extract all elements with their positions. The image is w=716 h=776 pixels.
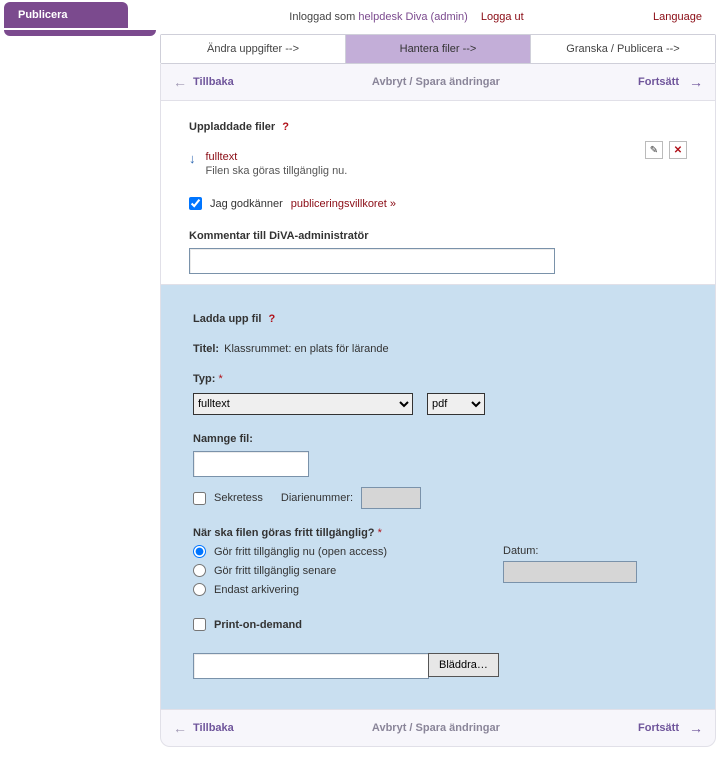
save-changes-button[interactable]: Avbryt / Spara ändringar [234, 76, 638, 88]
terms-link[interactable]: publiceringsvillkoret [291, 198, 396, 210]
uploaded-heading: Uppladdade filer [189, 121, 275, 133]
upload-heading: Ladda upp fil [193, 313, 261, 325]
back-button-bottom[interactable]: Tillbaka [173, 720, 234, 736]
save-changes-button-bottom[interactable]: Avbryt / Spara ändringar [234, 722, 638, 734]
comment-label: Kommentar till DiVA-administratör [189, 230, 687, 242]
pod-checkbox[interactable] [193, 618, 206, 631]
accept-checkbox[interactable] [189, 197, 202, 210]
datum-input [503, 561, 637, 583]
name-input[interactable] [193, 451, 309, 477]
file-desc: Filen ska göras tillgänglig nu. [206, 165, 348, 177]
format-select[interactable]: pdf [427, 393, 485, 415]
datum-label: Datum: [503, 545, 683, 557]
help-icon[interactable]: ? [269, 313, 276, 325]
sekretess-label: Sekretess [214, 492, 263, 504]
name-label: Namnge fil: [193, 433, 253, 445]
avail-now-radio[interactable] [193, 545, 206, 558]
continue-button-bottom[interactable]: Fortsätt [638, 720, 703, 736]
diarie-input [361, 487, 421, 509]
avail-later-label: Gör fritt tillgänglig senare [214, 565, 336, 577]
pod-label: Print-on-demand [214, 619, 302, 631]
publicera-tab[interactable]: Publicera [4, 2, 128, 28]
accept-prefix: Jag godkänner [210, 198, 283, 210]
avail-label: När ska filen göras fritt tillgänglig? [193, 527, 375, 539]
type-select[interactable]: fulltext [193, 393, 413, 415]
step-review[interactable]: Granska / Publicera --> [531, 35, 715, 63]
avail-now-label: Gör fritt tillgänglig nu (open access) [214, 546, 387, 558]
download-icon[interactable]: ↓ [189, 151, 196, 166]
comment-input[interactable] [189, 248, 555, 274]
title-value: Klassrummet: en plats för lärande [224, 343, 388, 355]
continue-button[interactable]: Fortsätt [638, 74, 703, 90]
help-icon[interactable]: ? [282, 121, 289, 133]
step-edit[interactable]: Ändra uppgifter --> [161, 35, 346, 63]
file-name-link[interactable]: fulltext [206, 151, 348, 163]
delete-icon[interactable]: ✕ [669, 141, 687, 159]
browse-button[interactable]: Bläddra… [428, 653, 499, 677]
logout-link[interactable]: Logga ut [481, 11, 524, 23]
file-path-input[interactable] [193, 653, 429, 679]
type-label: Typ: [193, 373, 215, 385]
title-label: Titel: [193, 343, 219, 355]
avail-archive-radio[interactable] [193, 583, 206, 596]
edit-icon[interactable]: ✎ [645, 141, 663, 159]
step-files[interactable]: Hantera filer --> [346, 35, 531, 63]
user-link[interactable]: helpdesk Diva (admin) [358, 11, 467, 23]
sekretess-checkbox[interactable] [193, 492, 206, 505]
logged-in-label: Inloggad som [289, 11, 355, 23]
avail-later-radio[interactable] [193, 564, 206, 577]
language-link[interactable]: Language [653, 11, 702, 23]
diarie-label: Diarienummer: [281, 492, 353, 504]
back-button[interactable]: Tillbaka [173, 74, 234, 90]
avail-archive-label: Endast arkivering [214, 584, 299, 596]
